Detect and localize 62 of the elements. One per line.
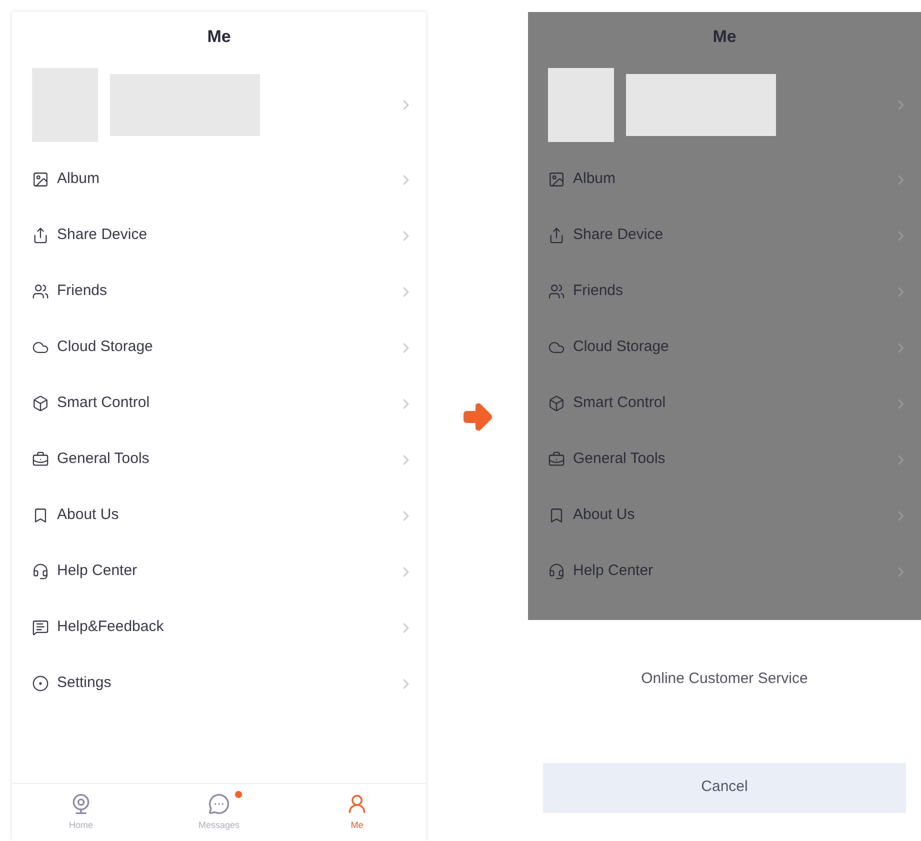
menu-label: Smart Control bbox=[573, 393, 667, 414]
screen-title: Me bbox=[712, 26, 736, 48]
settings-icon bbox=[32, 675, 49, 692]
menu-item[interactable]: Share Device bbox=[12, 208, 426, 264]
menu-item[interactable]: Friends bbox=[12, 264, 426, 320]
menu-label: Share Device bbox=[573, 225, 664, 246]
cloud-icon bbox=[548, 339, 565, 356]
tab[interactable]: Me bbox=[288, 784, 426, 841]
menu-label: Smart Control bbox=[57, 393, 151, 414]
menu-label: Album bbox=[573, 169, 617, 190]
menu-item[interactable]: Help Center bbox=[12, 544, 426, 600]
camera-icon bbox=[70, 792, 92, 815]
image-icon bbox=[548, 171, 565, 188]
menu-label: Help Center bbox=[573, 561, 654, 582]
chat-icon bbox=[208, 792, 230, 815]
cube-icon bbox=[32, 395, 49, 412]
menu-item[interactable]: Settings bbox=[12, 656, 426, 712]
menu-label: Album bbox=[57, 169, 101, 190]
share-icon bbox=[548, 227, 565, 244]
menu-label: About Us bbox=[57, 505, 120, 526]
cube-icon bbox=[548, 395, 565, 412]
menu-item[interactable]: Help&Feedback bbox=[12, 600, 426, 656]
people-icon bbox=[548, 283, 565, 300]
sheet-option[interactable]: Online Customer Service bbox=[641, 668, 808, 690]
people-icon bbox=[32, 283, 49, 300]
menu-label: Share Device bbox=[57, 225, 148, 246]
menu-item[interactable]: Cloud Storage bbox=[12, 320, 426, 376]
menu-item[interactable]: Share Device bbox=[528, 208, 921, 264]
menu-item[interactable]: General Tools bbox=[12, 432, 426, 488]
share-icon bbox=[32, 227, 49, 244]
bookmark-icon bbox=[32, 507, 49, 524]
screen-title: Me bbox=[207, 26, 231, 48]
menu-item[interactable]: About Us bbox=[12, 488, 426, 544]
cloud-icon bbox=[32, 339, 49, 356]
menu-item[interactable]: Album bbox=[528, 152, 921, 208]
menu-item[interactable]: Album bbox=[12, 152, 426, 208]
toolbox-icon bbox=[32, 451, 49, 468]
menu-item[interactable]: Help Center bbox=[528, 544, 921, 600]
menu-item[interactable]: Smart Control bbox=[528, 376, 921, 432]
bookmark-icon bbox=[548, 507, 565, 524]
toolbox-icon bbox=[548, 451, 565, 468]
menu-item[interactable]: About Us bbox=[528, 488, 921, 544]
menu-label: Settings bbox=[57, 673, 112, 694]
cancel-button[interactable]: Cancel bbox=[543, 762, 906, 812]
menu-label: Help&Feedback bbox=[57, 617, 165, 638]
person-icon bbox=[346, 792, 368, 815]
image-icon bbox=[32, 171, 49, 188]
menu-item[interactable]: General Tools bbox=[528, 432, 921, 488]
menu-label: General Tools bbox=[57, 449, 150, 470]
menu-label: General Tools bbox=[573, 449, 666, 470]
menu-label: Cloud Storage bbox=[57, 337, 154, 358]
feedback-icon bbox=[32, 619, 49, 636]
menu-label: Friends bbox=[57, 281, 108, 302]
menu-label: Friends bbox=[573, 281, 624, 302]
headset-icon bbox=[548, 563, 565, 580]
menu-label: Cloud Storage bbox=[573, 337, 670, 358]
menu-item[interactable]: Smart Control bbox=[12, 376, 426, 432]
menu-label: Help Center bbox=[57, 561, 138, 582]
menu-item[interactable]: Cloud Storage bbox=[528, 320, 921, 376]
headset-icon bbox=[32, 563, 49, 580]
menu-item[interactable]: Friends bbox=[528, 264, 921, 320]
menu-label: About Us bbox=[573, 505, 636, 526]
